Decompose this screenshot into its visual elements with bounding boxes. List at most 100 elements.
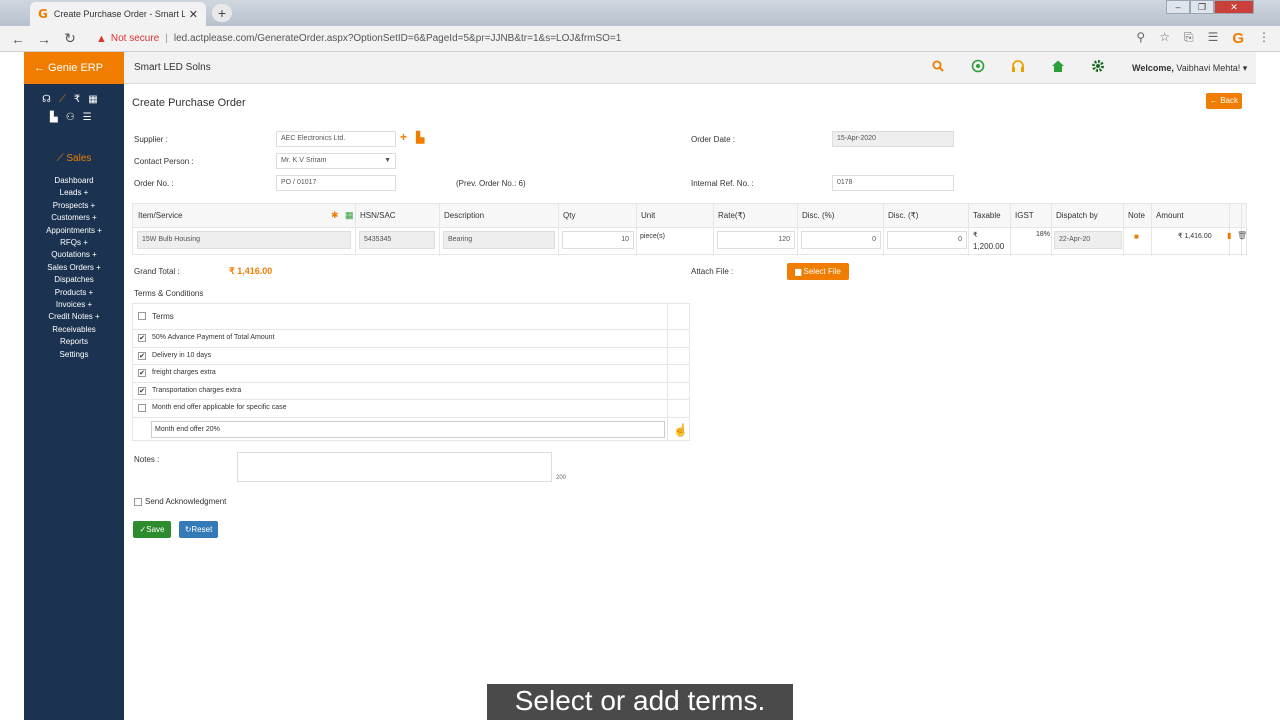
factory-supplier-icon[interactable]: ▙ <box>416 131 424 144</box>
qty-field[interactable]: 10 <box>562 231 634 249</box>
headset-icon[interactable] <box>1010 59 1026 76</box>
disc-pct-field[interactable]: 0 <box>801 231 881 249</box>
term-text: freight charges extra <box>152 369 216 377</box>
reload-icon[interactable]: ↻ <box>62 30 78 47</box>
internal-ref-field[interactable]: 0178 <box>832 175 954 191</box>
order-no-field[interactable]: PO / 01017 <box>276 175 396 191</box>
note-icon[interactable]: ■ <box>1134 232 1139 241</box>
sales-line-chart-icon: ⟋ <box>56 153 67 164</box>
rupee-icon[interactable]: ₹ <box>74 94 80 105</box>
column-divider <box>968 204 969 256</box>
sales-chart-icon[interactable]: ⟋ <box>59 94 66 105</box>
term-checkbox-checked[interactable]: ✔ <box>138 351 146 360</box>
sidebar-item-invoices[interactable]: Invoices + <box>24 299 124 311</box>
support-icon[interactable]: ☊ <box>42 94 51 105</box>
internal-ref-label: Internal Ref. No. : <box>691 179 754 188</box>
sidebar-item-dashboard[interactable]: Dashboard <box>24 175 124 187</box>
sidebar-item-credit-notes[interactable]: Credit Notes + <box>24 311 124 323</box>
sidebar-section-sales[interactable]: ⟋ Sales <box>24 153 124 164</box>
sidebar-item-products[interactable]: Products + <box>24 287 124 299</box>
home-icon[interactable] <box>1050 59 1066 76</box>
url-input[interactable]: led.actplease.com/GenerateOrder.aspx?Opt… <box>174 33 621 44</box>
term-checkbox-checked[interactable]: ✔ <box>138 386 146 395</box>
sidebar-item-leads[interactable]: Leads + <box>24 187 124 199</box>
sidebar-item-dispatches[interactable]: Dispatches <box>24 274 124 286</box>
order-date-field[interactable]: 15-Apr-2020 <box>832 131 954 147</box>
sidebar-item-reports[interactable]: Reports <box>24 336 124 348</box>
grid-icon[interactable]: ▦ <box>88 94 97 105</box>
description-field[interactable]: Bearing <box>443 231 555 249</box>
item-grid-icon[interactable]: ▦ <box>345 210 354 221</box>
reset-button[interactable]: ↻Reset <box>179 521 218 538</box>
bookmark-star-icon[interactable]: ☆ <box>1159 30 1170 47</box>
add-term-hand-cursor-icon[interactable]: ☝ <box>673 423 688 437</box>
hsn-sac-field[interactable]: 5435345 <box>359 231 435 249</box>
welcome-user[interactable]: Welcome, Vaibhavi Mehta! ▾ <box>1132 63 1247 74</box>
sidebar-item-rfqs[interactable]: RFQs + <box>24 237 124 249</box>
sidebar-item-sales-orders[interactable]: Sales Orders + <box>24 262 124 274</box>
col-rate: Rate(₹) <box>718 211 746 220</box>
not-secure-label[interactable]: Not secure <box>111 33 159 44</box>
term-row: ✔ freight charges extra <box>133 365 689 383</box>
settings-gear-icon[interactable] <box>1090 59 1106 76</box>
sidebar-item-prospects[interactable]: Prospects + <box>24 200 124 212</box>
add-supplier-icon[interactable]: + <box>400 130 407 144</box>
sidebar-item-quotations[interactable]: Quotations + <box>24 249 124 261</box>
sidebar-item-customers[interactable]: Customers + <box>24 212 124 224</box>
browser-menu-icon[interactable]: ⋮ <box>1258 30 1270 47</box>
sidebar-item-settings[interactable]: Settings <box>24 349 124 361</box>
grammarly-icon[interactable]: G <box>1232 30 1244 47</box>
send-ack-label: Send Acknowledgment <box>145 497 227 506</box>
maximize-icon[interactable]: ❐ <box>1190 0 1214 14</box>
forward-arrow-icon[interactable]: → <box>36 31 52 47</box>
users-icon[interactable]: ⚇ <box>66 112 75 123</box>
sidebar-item-receivables[interactable]: Receivables <box>24 324 124 336</box>
zoom-icon[interactable]: ⚲ <box>1136 30 1145 47</box>
browser-tab[interactable]: G Create Purchase Order - Smart L ✕ <box>30 2 206 26</box>
media-list-icon[interactable]: ☰ <box>1208 30 1219 47</box>
save-button[interactable]: ✓Save <box>133 521 171 538</box>
taxable-value: 1,200.00 <box>973 242 1005 251</box>
term-text: Transportation charges extra <box>152 386 242 394</box>
rate-field[interactable]: 120 <box>717 231 795 249</box>
item-settings-gear-icon[interactable]: ✱ <box>331 210 339 221</box>
bookmark-icon[interactable]: ▮ <box>1227 231 1231 240</box>
delete-icon[interactable]: 🗑 <box>1237 231 1247 240</box>
term-text: 50% Advance Payment of Total Amount <box>152 334 275 341</box>
terms-table: Terms ✔ 50% Advance Payment of Total Amo… <box>132 303 690 441</box>
term-checkbox-checked[interactable]: ✔ <box>138 369 146 378</box>
supplier-field[interactable]: AEC Electronics Ltd. <box>276 131 396 147</box>
notes-textarea[interactable] <box>237 452 552 482</box>
term-row: ✔ Delivery in 10 days <box>133 348 689 366</box>
tab-close-icon[interactable]: ✕ <box>189 8 198 21</box>
term-row: ✔ Transportation charges extra <box>133 383 689 401</box>
term-checkbox-unchecked[interactable] <box>138 404 146 413</box>
genie-erp-brand[interactable]: ← Genie ERP <box>24 52 124 84</box>
contact-person-value: Mr. K V Sriram <box>281 157 327 164</box>
select-caret-icon: ▼ <box>384 157 391 164</box>
select-all-checkbox[interactable] <box>138 312 146 320</box>
disc-amt-field[interactable]: 0 <box>887 231 967 249</box>
window-close-icon[interactable]: ✕ <box>1214 0 1254 14</box>
new-tab-button[interactable]: + <box>212 4 232 22</box>
extension-icon[interactable]: ⎘ <box>1184 30 1194 47</box>
new-term-row: Month end offer 20% ☝ <box>133 418 689 442</box>
sidebar-item-appointments[interactable]: Appointments + <box>24 225 124 237</box>
term-checkbox-checked[interactable]: ✔ <box>138 334 146 342</box>
send-ack-checkbox[interactable] <box>134 498 142 506</box>
search-icon[interactable] <box>930 59 946 76</box>
dispatch-by-field[interactable]: 22-Apr-20 <box>1054 231 1122 249</box>
list-icon[interactable]: ☰ <box>83 112 92 123</box>
prev-order-no: (Prev. Order No.: 6) <box>456 179 526 188</box>
back-arrow-icon[interactable]: ← <box>10 31 26 47</box>
contact-person-select[interactable]: Mr. K V Sriram ▼ <box>276 153 396 169</box>
factory-icon[interactable]: ▙ <box>50 112 58 123</box>
select-file-button[interactable]: ▆ Select File <box>787 263 849 280</box>
minimize-icon[interactable]: – <box>1166 0 1190 14</box>
new-term-input[interactable]: Month end offer 20% <box>151 421 665 438</box>
back-button[interactable]: ← Back <box>1206 93 1242 109</box>
caret-down-icon[interactable]: ▾ <box>1243 63 1248 73</box>
whatsapp-icon[interactable] <box>970 59 986 76</box>
item-service-field[interactable]: 15W Bulb Housing <box>137 231 351 249</box>
column-divider <box>1229 204 1230 256</box>
